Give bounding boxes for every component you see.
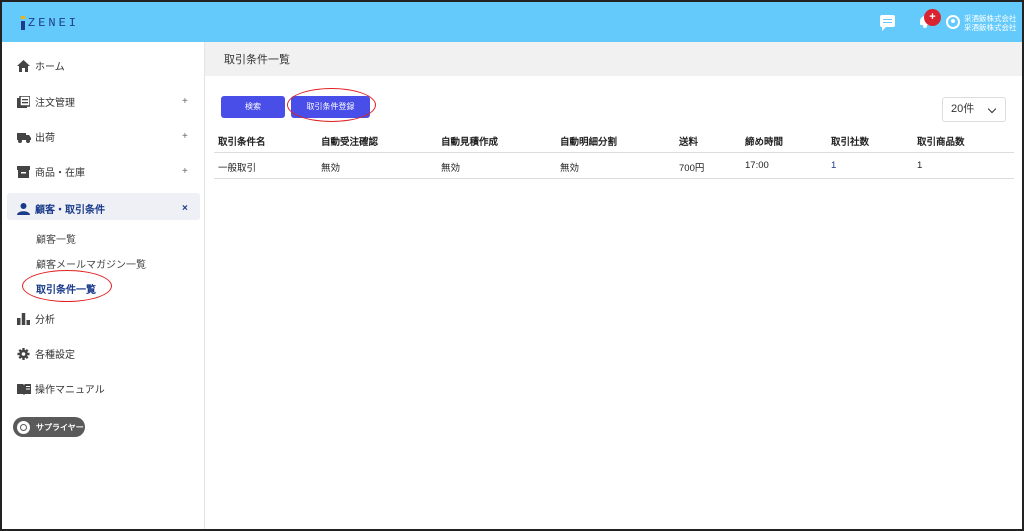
sidebar-item-label: 各種設定 <box>35 350 75 361</box>
order-icon <box>17 94 31 108</box>
chat-icon[interactable] <box>880 15 895 31</box>
table-cell: 17:00 <box>745 160 769 171</box>
sidebar-item-manual[interactable]: 操作マニュアル <box>17 381 105 396</box>
sidebar-item-label: 操作マニュアル <box>35 385 105 396</box>
chevron-down-icon <box>987 104 997 114</box>
person-icon <box>17 202 30 215</box>
sidebar-subitem-trade-terms[interactable]: 取引条件一覧 <box>36 281 96 296</box>
app-window: ZENEI + 采酒飯株式会社 采酒飯株式会社 ホーム 注文管理 + 出荷 + <box>0 0 1024 531</box>
table-header-divider <box>214 152 1014 153</box>
table-cell: 無効 <box>321 163 341 174</box>
supplier-label: サプライヤー <box>36 422 84 432</box>
sidebar-item-shipping[interactable]: 出荷 + <box>17 129 202 144</box>
sidebar-item-label: 注文管理 <box>35 98 75 109</box>
column-header[interactable]: 送料 <box>679 134 698 148</box>
chart-icon <box>17 312 30 325</box>
home-icon <box>17 59 30 72</box>
inventory-icon <box>17 165 30 178</box>
sidebar-item-label: 出荷 <box>35 133 55 144</box>
column-header[interactable]: 取引商品数 <box>917 134 965 148</box>
column-header[interactable]: 締め時間 <box>745 134 783 148</box>
page-title-bar <box>205 42 1022 76</box>
logo-mark-icon <box>21 16 25 30</box>
column-header[interactable]: 取引社数 <box>831 134 869 148</box>
sidebar-item-label: 分析 <box>35 315 55 326</box>
sidebar-item-label: 商品・在庫 <box>35 168 85 179</box>
sidebar-item-label: 顧客・取引条件 <box>35 205 105 216</box>
truck-icon <box>17 131 31 143</box>
logo[interactable]: ZENEI <box>21 15 79 31</box>
sidebar-item-orders[interactable]: 注文管理 + <box>17 94 202 109</box>
notification-badge[interactable]: + <box>924 9 941 26</box>
per-page-select[interactable]: 20件 <box>942 97 1006 122</box>
register-trade-terms-button[interactable]: 取引条件登録 <box>291 96 370 118</box>
sidebar-item-customers[interactable]: 顧客・取引条件 × <box>17 201 202 216</box>
table-cell: 無効 <box>560 163 580 174</box>
sidebar-item-settings[interactable]: 各種設定 <box>17 346 75 361</box>
top-header: ZENEI <box>2 2 1022 42</box>
account-name-line1: 采酒飯株式会社 <box>964 14 1017 23</box>
gear-icon <box>17 347 30 360</box>
page-title: 取引条件一覧 <box>224 54 290 66</box>
column-header[interactable]: 自動明細分割 <box>560 134 617 148</box>
per-page-value: 20件 <box>951 103 975 115</box>
search-button[interactable]: 検索 <box>221 96 285 118</box>
sidebar-item-home[interactable]: ホーム <box>17 58 65 73</box>
sidebar-subitem-newsletter-list[interactable]: 顧客メールマガジン一覧 <box>36 256 146 271</box>
expand-icon[interactable]: + <box>182 131 188 142</box>
table-row-divider <box>214 178 1014 179</box>
column-header[interactable]: 自動見積作成 <box>441 134 498 148</box>
table-cell: 1 <box>917 160 923 171</box>
expand-icon[interactable]: + <box>182 166 188 177</box>
sidebar-item-label: ホーム <box>35 62 65 73</box>
account-name[interactable]: 采酒飯株式会社 采酒飯株式会社 <box>964 14 1017 32</box>
logo-text: ZENEI <box>28 16 80 30</box>
table-cell-company-count-link[interactable]: 1 <box>831 160 836 171</box>
supplier-switch-button[interactable]: サプライヤー <box>13 417 85 437</box>
column-header[interactable]: 取引条件名 <box>218 134 266 148</box>
account-icon[interactable] <box>946 15 960 29</box>
column-header[interactable]: 自動受注確認 <box>321 134 378 148</box>
sidebar-subitem-customer-list[interactable]: 顧客一覧 <box>36 231 76 246</box>
sidebar-item-inventory[interactable]: 商品・在庫 + <box>17 164 202 179</box>
sidebar <box>2 42 204 529</box>
book-icon <box>17 383 31 395</box>
expand-icon[interactable]: + <box>182 96 188 107</box>
sidebar-item-analytics[interactable]: 分析 <box>17 311 55 326</box>
sidebar-divider <box>204 42 205 529</box>
switch-icon <box>17 420 30 434</box>
table-cell: 700円 <box>679 163 705 174</box>
table-cell-name[interactable]: 一般取引 <box>218 160 256 174</box>
account-name-line2: 采酒飯株式会社 <box>964 23 1017 32</box>
table-cell: 無効 <box>441 163 461 174</box>
collapse-icon[interactable]: × <box>182 203 188 214</box>
